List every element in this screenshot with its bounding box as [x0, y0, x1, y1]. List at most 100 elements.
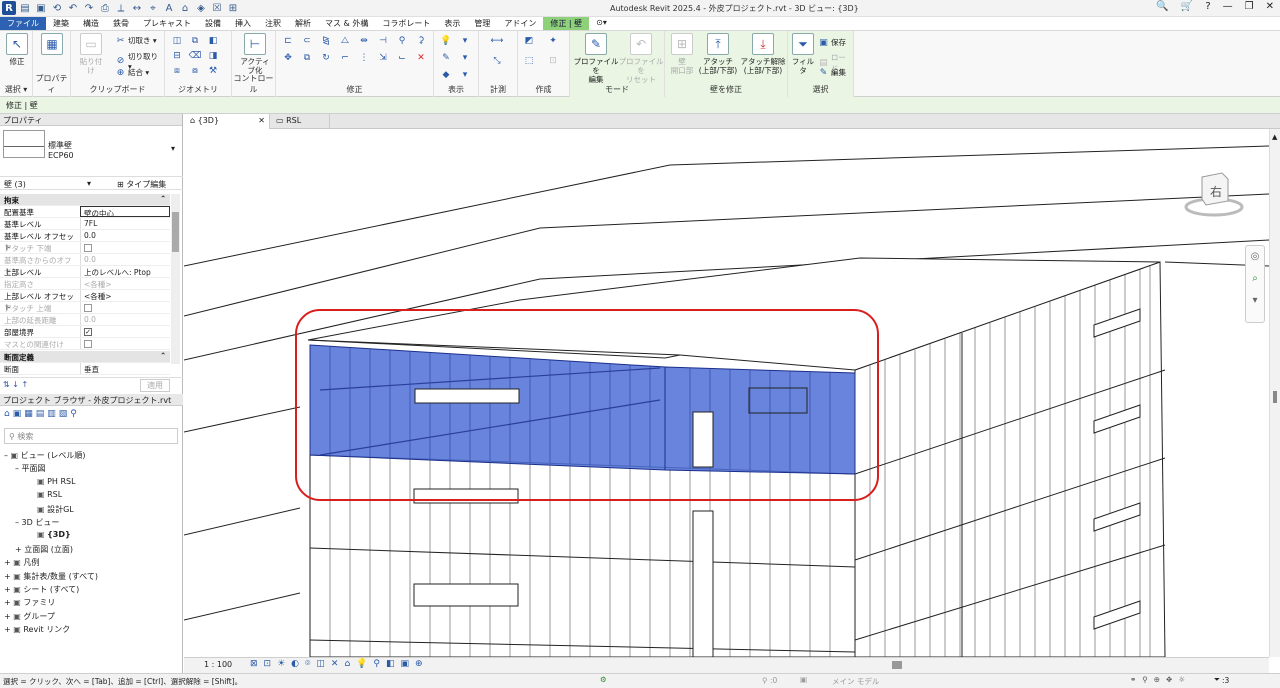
- property-checkbox[interactable]: [84, 304, 92, 312]
- tab-massing-site[interactable]: マス & 外構: [318, 17, 375, 30]
- join-geometry-icon[interactable]: ⧈: [171, 65, 183, 77]
- expand-icon[interactable]: +: [4, 558, 13, 567]
- trim-single-icon[interactable]: ⌙: [396, 52, 408, 64]
- browser-tree-item[interactable]: + ▣ 凡例: [4, 557, 39, 568]
- property-value[interactable]: 壁の中心: [80, 206, 170, 218]
- 3d-view-icon[interactable]: ⌂: [178, 1, 192, 15]
- pin-icon[interactable]: ⚲: [396, 35, 408, 47]
- tab-addins[interactable]: アドイン: [497, 17, 543, 30]
- instance-filter-dropdown-icon[interactable]: ▾: [87, 179, 91, 188]
- nav-dropdown-icon[interactable]: ▾: [1246, 290, 1264, 312]
- browser-tree-item[interactable]: ▣ 設計GL: [37, 504, 74, 515]
- attach-button[interactable]: ⤒ アタッチ (上部/下部): [697, 33, 739, 75]
- property-value[interactable]: <各種>: [80, 290, 170, 301]
- viewcube-face-right[interactable]: 右: [1210, 183, 1222, 200]
- revit-logo[interactable]: R: [2, 1, 16, 15]
- create-assembly-icon[interactable]: ⊡: [547, 55, 559, 67]
- split-icon[interactable]: ⇹: [358, 35, 370, 47]
- type-dropdown-icon[interactable]: ▾: [171, 144, 175, 153]
- override-dropdown-icon[interactable]: ▾: [459, 52, 471, 64]
- measure-icon[interactable]: ⟂: [114, 1, 128, 15]
- trim-icon[interactable]: ⌐: [339, 52, 351, 64]
- measure-distance-icon[interactable]: ⟷: [484, 35, 510, 47]
- override-icon[interactable]: ▾: [459, 35, 471, 47]
- redo-icon[interactable]: ↷: [82, 1, 96, 15]
- view-scale[interactable]: 1 : 100: [204, 660, 232, 669]
- tab-extra-dropdown[interactable]: ⊙▾: [589, 17, 614, 30]
- worksets-icon[interactable]: ⚙: [600, 675, 607, 684]
- detach-button[interactable]: ⤓ アタッチ解除 (上部/下部): [739, 33, 787, 75]
- building-3d-model[interactable]: [184, 129, 1269, 657]
- property-value[interactable]: 0.0: [80, 230, 170, 241]
- browser-tree-item[interactable]: + ▣ グループ: [4, 611, 55, 622]
- array-icon[interactable]: ⋮: [358, 52, 370, 64]
- browser-tree-item[interactable]: + 立面図 (立面): [15, 544, 73, 555]
- selection-option-icons[interactable]: ⚭⚲⊕✥☼: [1130, 675, 1191, 684]
- type-edit-button[interactable]: ⊞ タイプ編集: [117, 179, 166, 190]
- scale-icon[interactable]: ⇲: [377, 52, 389, 64]
- demolish-icon[interactable]: ⌫: [189, 50, 202, 62]
- split-gap-icon[interactable]: ⊣: [377, 35, 389, 47]
- property-value[interactable]: 上のレベルへ: Ptop: [80, 266, 170, 277]
- modify-button[interactable]: ↖ 修正: [3, 33, 31, 66]
- property-row[interactable]: 配置基準 壁の中心: [0, 206, 170, 218]
- expand-icon[interactable]: +: [4, 572, 13, 581]
- close-tab-icon[interactable]: ✕: [258, 116, 265, 125]
- split-face-icon[interactable]: ⧉: [189, 35, 201, 47]
- steering-wheel-icon[interactable]: ◎: [1246, 246, 1264, 268]
- browser-toolbar-icons[interactable]: ⌂▣▦▤▥▧⚲: [4, 409, 80, 419]
- property-row[interactable]: 上部の延長距離 0.0: [0, 314, 170, 326]
- apply-button[interactable]: 適用: [140, 379, 170, 392]
- join-button[interactable]: ⊕ 結合 ▾: [115, 67, 149, 78]
- minimize-button[interactable]: —: [1223, 1, 1233, 12]
- close-hidden-icon[interactable]: ☒: [210, 1, 224, 15]
- print-icon[interactable]: ⎙: [98, 1, 112, 15]
- sync-icon[interactable]: ⟲: [50, 1, 64, 15]
- tab-view[interactable]: 表示: [437, 17, 467, 30]
- open-icon[interactable]: ▤: [18, 1, 32, 15]
- section-cross-section[interactable]: 断面定義 ⌃: [0, 351, 170, 363]
- property-value[interactable]: [80, 326, 170, 337]
- property-checkbox[interactable]: [84, 244, 92, 252]
- paint-icon[interactable]: ◧: [207, 35, 219, 47]
- browser-tree-item[interactable]: ▣ PH RSL: [37, 477, 76, 486]
- expand-icon[interactable]: +: [4, 625, 13, 634]
- property-row[interactable]: 基準レベル 7FL: [0, 218, 170, 230]
- hide-icon[interactable]: 💡: [440, 35, 452, 47]
- cut-geometry-icon[interactable]: ⊟: [171, 50, 183, 62]
- sort-icon[interactable]: ⇅ ↓ ↑: [3, 380, 28, 389]
- offset-icon[interactable]: ⊂: [301, 35, 313, 47]
- design-option-icon[interactable]: ⚲: [762, 676, 768, 685]
- expand-icon[interactable]: +: [4, 598, 13, 607]
- viewcube[interactable]: 右: [1184, 169, 1244, 219]
- mirror-line-icon[interactable]: ⧍: [339, 35, 351, 47]
- tab-modify-wall[interactable]: 修正 | 壁: [543, 17, 590, 30]
- browser-tree-item[interactable]: ▣ RSL: [37, 490, 62, 499]
- tab-manage[interactable]: 管理: [467, 17, 497, 30]
- tab-annotate[interactable]: 注釈: [258, 17, 288, 30]
- mirror-axis-icon[interactable]: ⧎: [320, 35, 332, 47]
- section-icon[interactable]: ◈: [194, 1, 208, 15]
- undo-icon[interactable]: ↶: [66, 1, 80, 15]
- browser-tree-item[interactable]: ▣ {3D}: [37, 530, 71, 539]
- remove-paint-icon[interactable]: ◨: [207, 50, 219, 62]
- property-row[interactable]: マスとの関連付け: [0, 338, 170, 350]
- property-value[interactable]: 0.0: [80, 314, 170, 325]
- property-row[interactable]: 基準レベル オフセット 0.0: [0, 230, 170, 252]
- browser-tree-item[interactable]: – 3D ビュー: [15, 517, 59, 528]
- browser-tree-item[interactable]: + ▣ シート (すべて): [4, 584, 79, 595]
- property-row[interactable]: 部屋境界: [0, 326, 170, 338]
- browser-tree-item[interactable]: – 平面図: [15, 463, 46, 474]
- browser-tree-item[interactable]: – ▣ ビュー (レベル順): [4, 450, 85, 461]
- expand-icon[interactable]: +: [4, 585, 13, 594]
- tab-rsl-view[interactable]: ▭ RSL: [270, 114, 330, 129]
- selected-walls[interactable]: [309, 344, 856, 475]
- copy-icon[interactable]: ⧉: [301, 52, 313, 64]
- rotate-icon[interactable]: ↻: [320, 52, 332, 64]
- tab-steel[interactable]: 鉄骨: [106, 17, 136, 30]
- scroll-thumb[interactable]: [1273, 391, 1277, 403]
- property-checkbox[interactable]: [84, 328, 92, 336]
- tab-precast[interactable]: プレキャスト: [136, 17, 198, 30]
- property-row[interactable]: アタッチ 上端: [0, 302, 170, 314]
- create-similar-icon[interactable]: ✦: [547, 35, 559, 47]
